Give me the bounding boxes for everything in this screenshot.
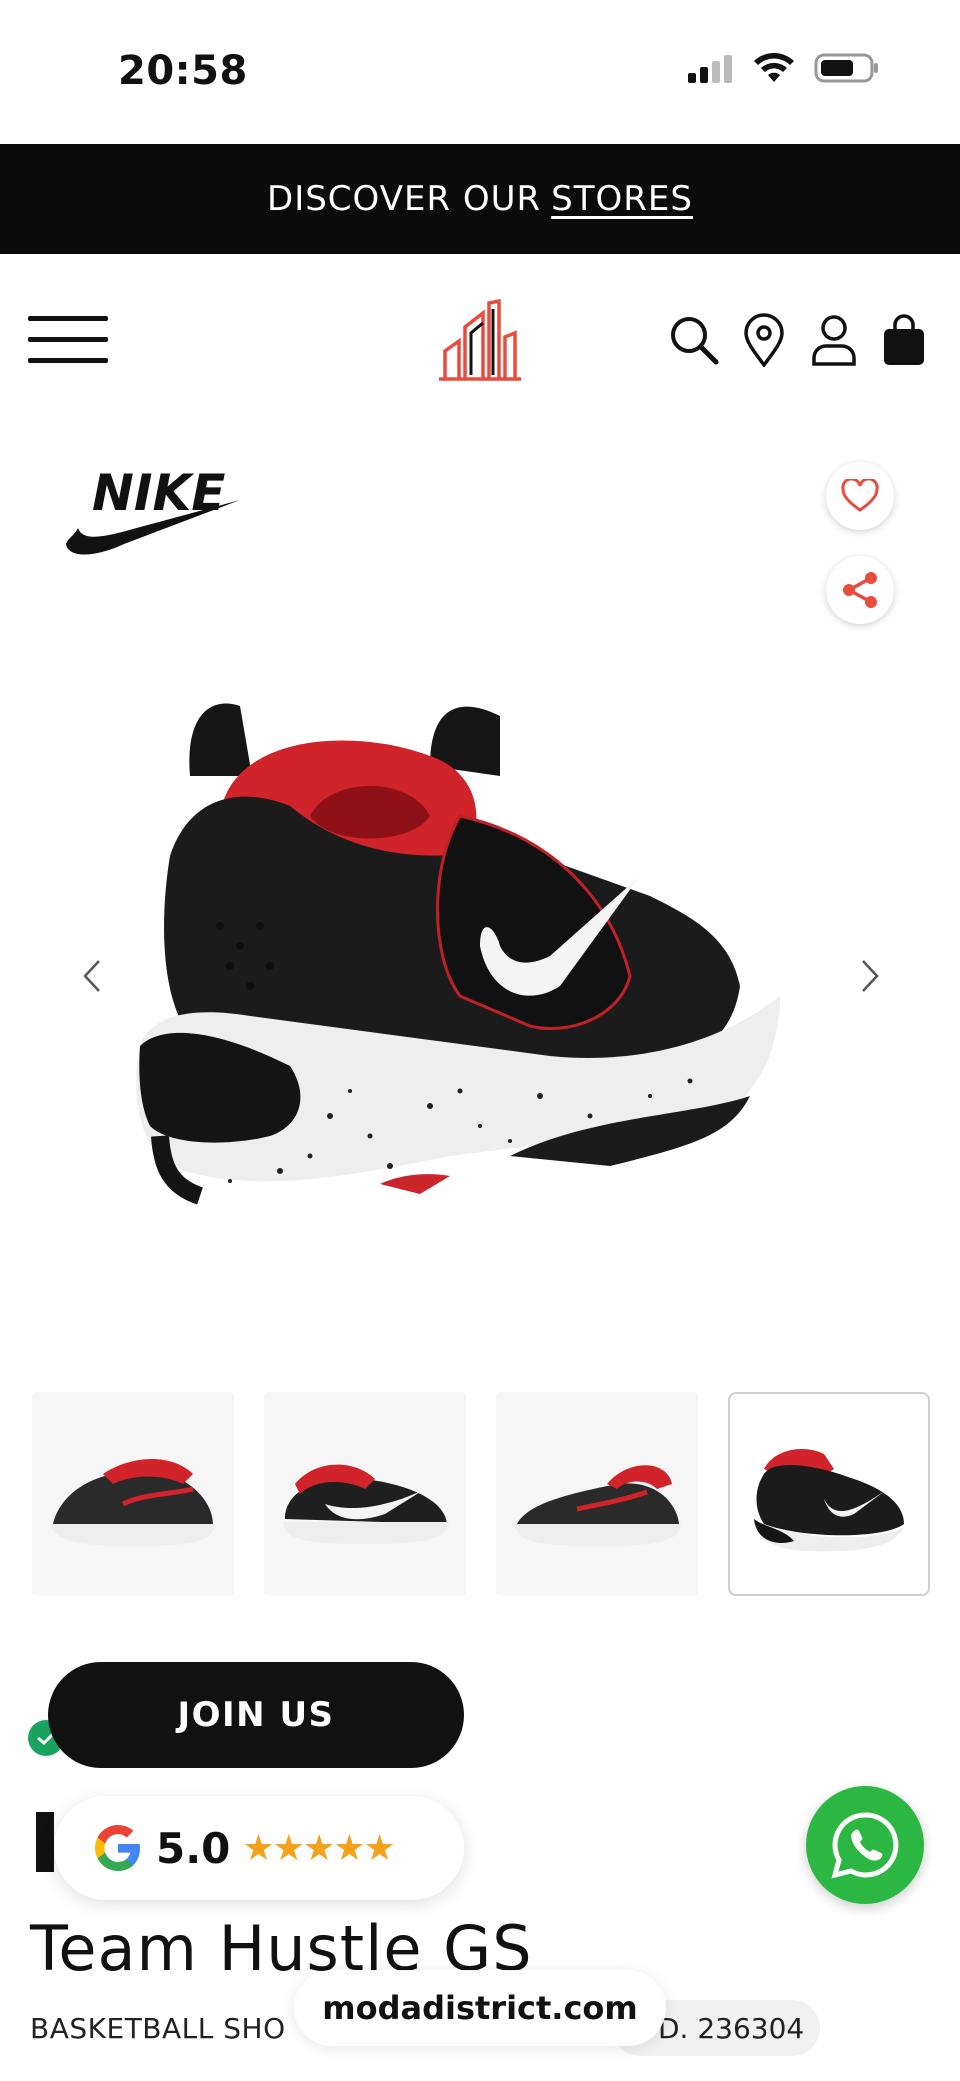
thumbnail-4[interactable] (728, 1392, 930, 1596)
cellular-signal-icon (688, 55, 732, 83)
site-logo[interactable] (435, 299, 525, 383)
previous-image-button[interactable] (72, 956, 112, 996)
product-category: BASKETBALL SHO (30, 2012, 286, 2045)
google-rating-badge[interactable]: 5.0 ★★★★★ (54, 1796, 464, 1900)
stores-link[interactable]: STORES (551, 179, 693, 219)
status-time: 20:58 (118, 48, 248, 94)
thumbnail-3[interactable] (496, 1392, 698, 1596)
battery-icon (814, 53, 878, 83)
wishlist-button[interactable] (826, 462, 894, 530)
google-icon (95, 1825, 140, 1871)
browser-url-bar[interactable]: modadistrict.com (294, 1970, 666, 2046)
heart-icon (841, 479, 879, 512)
wifi-icon (754, 53, 794, 82)
site-header (0, 254, 960, 426)
rating-stars: ★★★★★ (242, 1827, 395, 1868)
user-icon[interactable] (808, 312, 860, 368)
brand-name-partial (36, 1812, 54, 1872)
status-icons (686, 52, 880, 84)
promo-text: DISCOVER OUR (267, 179, 542, 219)
status-bar: 20:58 (0, 0, 960, 144)
rating-value: 5.0 (156, 1823, 231, 1873)
product-main-image (136, 703, 780, 1205)
shopping-bag-icon[interactable] (878, 312, 930, 368)
whatsapp-chat-button[interactable] (806, 1786, 924, 1904)
chevron-left-icon (83, 960, 100, 992)
search-icon[interactable] (668, 312, 720, 368)
whatsapp-icon (831, 1812, 899, 1879)
promo-banner[interactable]: DISCOVER OUR STORES (0, 144, 960, 254)
header-actions (668, 312, 930, 368)
location-pin-icon[interactable] (738, 312, 790, 368)
nike-logo: NIKE (66, 466, 240, 555)
thumbnail-1[interactable] (32, 1392, 234, 1596)
product-gallery: NIKE (0, 426, 960, 1366)
share-icon (843, 572, 877, 608)
svg-text:NIKE: NIKE (92, 466, 225, 522)
share-button[interactable] (826, 556, 894, 624)
thumbnail-strip (32, 1392, 932, 1596)
thumbnail-2[interactable] (264, 1392, 466, 1596)
join-us-button[interactable]: JOIN US (48, 1662, 464, 1768)
menu-icon[interactable] (28, 316, 108, 366)
